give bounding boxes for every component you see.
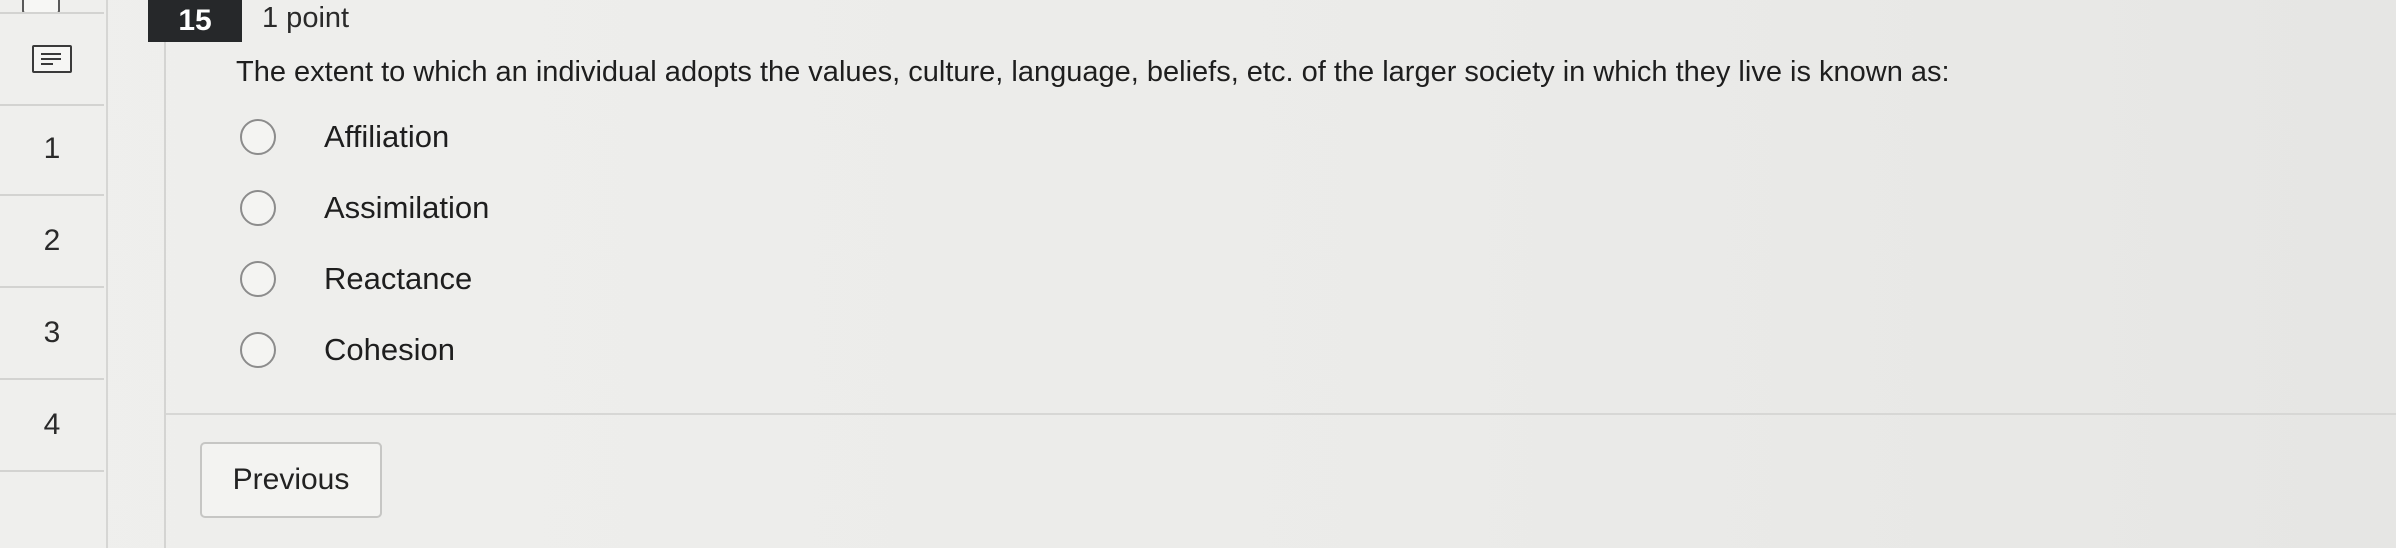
radio-button[interactable] — [240, 261, 276, 297]
nav-question-1[interactable]: 1 — [0, 104, 104, 196]
list-icon — [32, 45, 72, 73]
answer-label[interactable]: Affiliation — [324, 119, 449, 155]
question-text: The extent to which an individual adopts… — [236, 56, 1950, 88]
nav-question-4[interactable]: 4 — [0, 380, 104, 472]
divider — [166, 413, 2396, 415]
answer-label[interactable]: Reactance — [324, 261, 472, 297]
nav-question-3[interactable]: 3 — [0, 288, 104, 380]
question-list-button[interactable] — [0, 12, 104, 106]
answer-option-reactance[interactable]: Reactance — [240, 254, 472, 304]
previous-button[interactable]: Previous — [200, 442, 382, 518]
answer-label[interactable]: Assimilation — [324, 190, 489, 226]
radio-button[interactable] — [240, 332, 276, 368]
quiz-page: 1 2 3 4 15 1 point The extent to which a… — [0, 0, 2396, 548]
radio-button[interactable] — [240, 119, 276, 155]
nav-question-next[interactable] — [0, 472, 104, 548]
answer-label[interactable]: Cohesion — [324, 332, 455, 368]
question-nav-rail: 1 2 3 4 — [0, 0, 108, 548]
radio-button[interactable] — [240, 190, 276, 226]
question-number-badge: 15 — [148, 0, 242, 42]
nav-question-2[interactable]: 2 — [0, 196, 104, 288]
question-points: 1 point — [262, 2, 350, 34]
answer-option-affiliation[interactable]: Affiliation — [240, 112, 449, 162]
answer-option-assimilation[interactable]: Assimilation — [240, 183, 489, 233]
answer-option-cohesion[interactable]: Cohesion — [240, 325, 455, 375]
